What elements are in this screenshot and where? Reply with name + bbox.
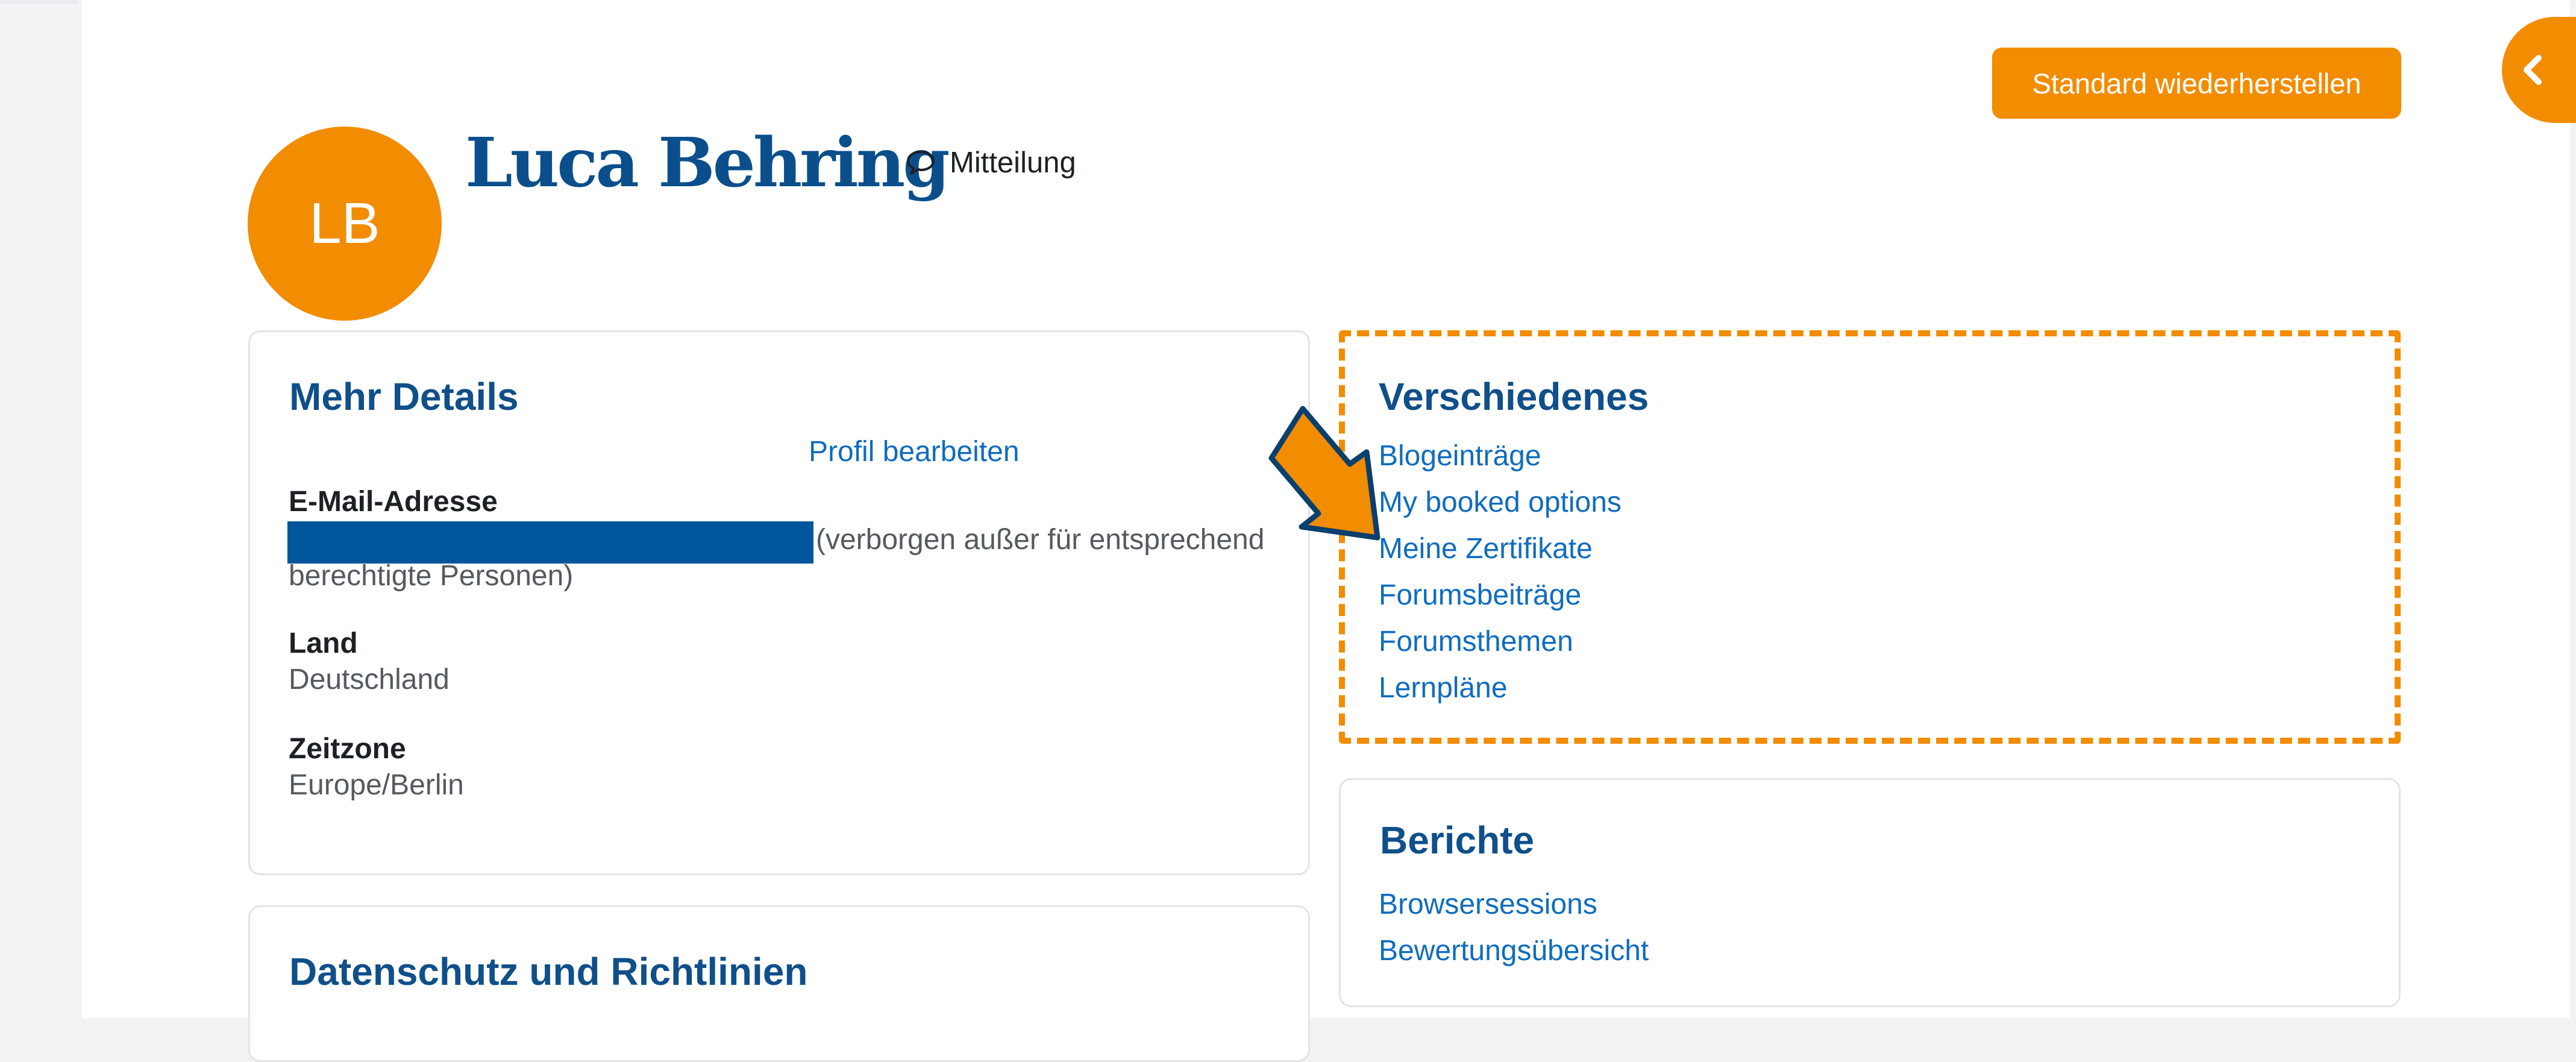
details-title: Mehr Details <box>289 375 519 418</box>
reports-link-browser-sessions[interactable]: Browsersessions <box>1379 881 1649 928</box>
country-value: Deutschland <box>289 664 450 696</box>
misc-link-learning-plans[interactable]: Lernpläne <box>1379 665 1622 711</box>
misc-link-booked-options[interactable]: My booked options <box>1379 479 1622 526</box>
email-visibility-note-line1: (verborgen außer für entsprechend <box>816 524 1265 556</box>
email-redaction-bar <box>287 521 813 564</box>
chevron-left-icon <box>2523 55 2542 85</box>
message-link[interactable]: Mitteilung <box>905 145 1076 181</box>
email-label: E-Mail-Adresse <box>289 486 498 518</box>
privacy-card: Datenschutz und Richtlinien <box>248 905 1310 1062</box>
misc-title: Verschiedenes <box>1379 375 1649 418</box>
misc-link-forum-posts[interactable]: Forumsbeiträge <box>1379 572 1622 618</box>
timezone-label: Zeitzone <box>289 733 406 765</box>
reports-title: Berichte <box>1380 818 1535 862</box>
avatar-initials: LB <box>309 191 380 256</box>
pointer-arrow-icon <box>1268 406 1380 541</box>
avatar: LB <box>248 127 442 321</box>
restore-default-button[interactable]: Standard wiederherstellen <box>1992 48 2401 119</box>
timezone-value: Europe/Berlin <box>289 769 464 801</box>
top-strip <box>0 0 78 4</box>
misc-link-list: Blogeinträge My booked options Meine Zer… <box>1379 433 1622 711</box>
edit-profile-link[interactable]: Profil bearbeiten <box>809 435 1259 468</box>
country-label: Land <box>289 627 358 659</box>
misc-link-blog-entries[interactable]: Blogeinträge <box>1379 433 1622 479</box>
misc-link-forum-topics[interactable]: Forumsthemen <box>1379 618 1622 665</box>
privacy-title: Datenschutz und Richtlinien <box>289 950 808 993</box>
message-label: Mitteilung <box>950 146 1076 179</box>
email-visibility-note-line2: berechtigte Personen) <box>289 560 574 592</box>
speech-bubble-icon <box>907 151 935 175</box>
reports-link-grades-overview[interactable]: Bewertungsübersicht <box>1379 928 1649 974</box>
misc-link-certificates[interactable]: Meine Zertifikate <box>1379 526 1622 572</box>
reports-link-list: Browsersessions Bewertungsübersicht <box>1379 881 1649 974</box>
user-name: Luca Behring <box>465 124 950 203</box>
